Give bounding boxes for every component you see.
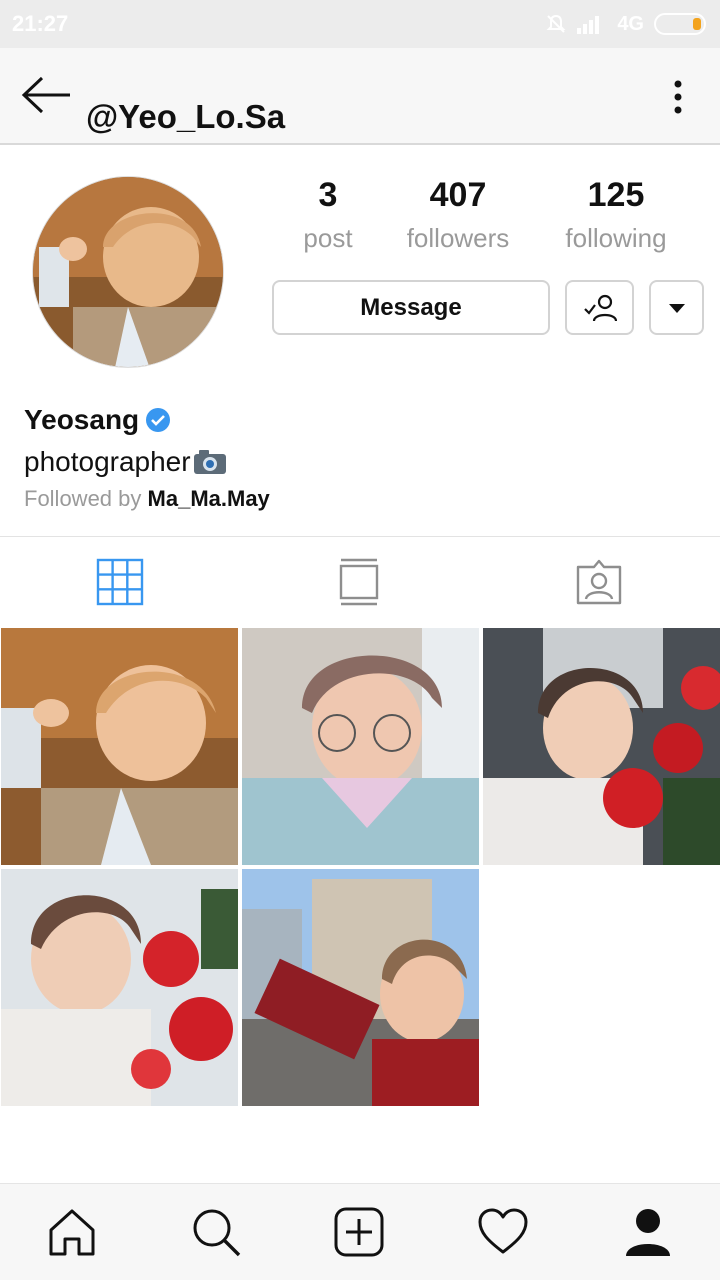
avatar-photo — [33, 177, 223, 367]
nav-add-post[interactable] — [333, 1206, 385, 1258]
message-button[interactable]: Message — [272, 280, 550, 335]
stat-value: 407 — [429, 176, 487, 214]
tab-tagged[interactable] — [574, 557, 624, 607]
post-photo — [483, 628, 720, 865]
display-name: Yeosang — [24, 404, 171, 436]
status-icons: 4G — [545, 10, 706, 38]
bio-text: photographer — [24, 446, 191, 477]
mute-icon — [546, 14, 566, 33]
nav-activity[interactable] — [477, 1206, 529, 1258]
display-name-text: Yeosang — [24, 404, 140, 435]
signal-icon — [577, 16, 600, 34]
caret-down-icon — [668, 303, 685, 313]
tab-feed[interactable] — [334, 557, 384, 607]
post-photo — [242, 869, 479, 1106]
stat-label: following — [565, 223, 667, 253]
battery-icon — [654, 13, 706, 35]
stat-posts[interactable]: 3 post — [288, 172, 368, 258]
more-options-button[interactable] — [666, 78, 690, 116]
following-status-button[interactable] — [565, 280, 634, 335]
followed-by-prefix: Followed by — [24, 486, 142, 511]
post-thumbnail[interactable] — [1, 628, 238, 865]
post-photo — [242, 628, 479, 865]
suggestions-dropdown-button[interactable] — [649, 280, 704, 335]
post-thumbnail[interactable] — [242, 628, 479, 865]
heart-icon — [478, 1208, 528, 1254]
tab-grid[interactable] — [95, 557, 145, 607]
post-thumbnail[interactable] — [483, 628, 720, 865]
search-icon — [193, 1209, 241, 1257]
bio: photographer — [24, 446, 227, 478]
back-arrow-icon — [21, 76, 70, 114]
post-thumbnail[interactable] — [242, 869, 479, 1106]
post-thumbnail[interactable] — [1, 869, 238, 1106]
profile-icon — [626, 1209, 670, 1256]
status-bar: 21:27 4G — [0, 0, 720, 48]
post-photo — [1, 628, 238, 865]
feed-icon — [339, 558, 379, 606]
more-vertical-icon — [674, 80, 682, 114]
user-check-icon — [583, 294, 617, 321]
avatar[interactable] — [32, 176, 224, 368]
add-post-icon — [334, 1207, 384, 1257]
stat-followers[interactable]: 407 followers — [392, 172, 524, 258]
stat-following[interactable]: 125 following — [552, 172, 680, 258]
header: @Yeo_Lo.Sa — [0, 48, 720, 145]
nav-search[interactable] — [190, 1206, 242, 1258]
nav-profile[interactable] — [622, 1206, 674, 1258]
back-button[interactable] — [20, 72, 74, 118]
tagged-icon — [576, 559, 622, 605]
status-time: 21:27 — [12, 11, 69, 36]
nav-home[interactable] — [46, 1206, 98, 1258]
grid-icon — [96, 558, 144, 606]
profile-tabs — [0, 536, 720, 626]
bottom-navigation — [0, 1183, 720, 1280]
profile-username: @Yeo_Lo.Sa — [86, 98, 286, 135]
stat-label: followers — [406, 223, 510, 253]
verified-badge-icon — [146, 408, 171, 432]
followed-by: Followed by Ma_Ma.May — [24, 486, 270, 512]
followed-by-user[interactable]: Ma_Ma.May — [148, 486, 270, 511]
network-type: 4G — [617, 12, 644, 35]
camera-emoji-icon — [193, 450, 226, 474]
stat-value: 3 — [318, 176, 338, 214]
home-icon — [49, 1209, 95, 1256]
post-photo — [1, 869, 238, 1106]
stat-label: post — [303, 223, 353, 253]
stat-value: 125 — [587, 176, 645, 214]
